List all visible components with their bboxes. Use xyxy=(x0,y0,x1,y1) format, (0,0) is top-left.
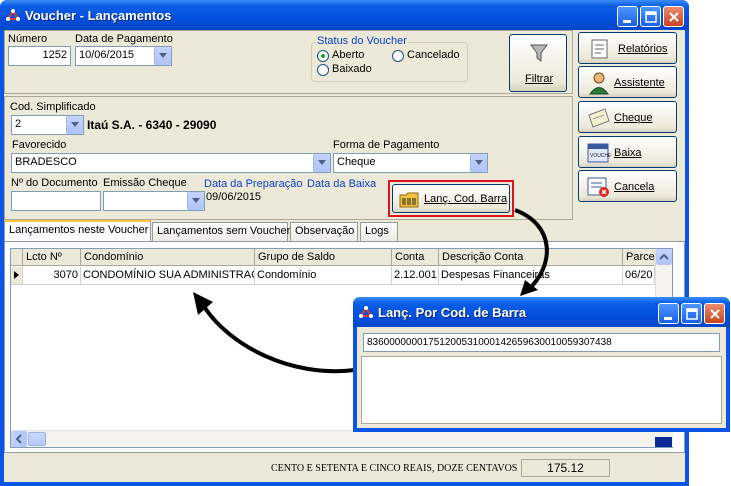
arrow-to-grid xyxy=(203,306,356,374)
popup-close-button[interactable] xyxy=(704,303,725,324)
barcode-dialog-client: 8360000000175120053100014265963001005930… xyxy=(357,327,726,428)
barcode-dialog-icon xyxy=(359,306,373,318)
barcode-dialog-title: Lanç. Por Cod. de Barra xyxy=(378,305,527,320)
arrow-head-grid xyxy=(193,292,213,315)
arrow-to-popup xyxy=(514,208,549,292)
popup-maximize-button[interactable] xyxy=(681,303,702,324)
barcode-dialog: Lanç. Por Cod. de Barra 8360000000175120… xyxy=(353,297,730,432)
barcode-list[interactable] xyxy=(361,356,722,424)
barcode-dialog-title-bar[interactable]: Lanç. Por Cod. de Barra xyxy=(353,297,730,327)
barcode-input[interactable]: 8360000000175120053100014265963001005930… xyxy=(363,333,720,352)
popup-minimize-button[interactable] xyxy=(658,303,679,324)
